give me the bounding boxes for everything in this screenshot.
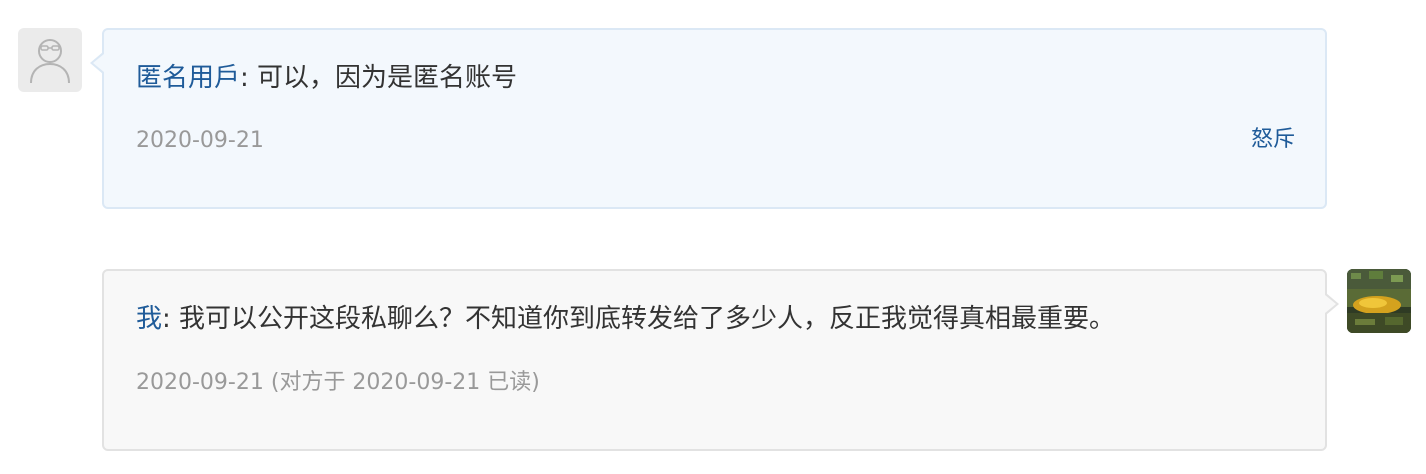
user-avatar[interactable] bbox=[1347, 269, 1411, 333]
sender-separator: : bbox=[240, 63, 249, 93]
message-line: 我: 我可以公开这段私聊么？不知道你到底转发给了多少人，反正我觉得真相最重要。 bbox=[136, 302, 1115, 336]
message-meta: 2020-09-21 (对方于 2020-09-21 已读) bbox=[136, 369, 540, 397]
anonymous-user-icon bbox=[30, 39, 70, 84]
anonymous-avatar[interactable] bbox=[18, 28, 82, 92]
rebuke-link[interactable]: 怒斥 bbox=[1251, 126, 1295, 154]
sender-separator: : bbox=[162, 304, 171, 334]
bubble-tail-fill bbox=[93, 54, 104, 72]
user-photo-avatar bbox=[1347, 269, 1411, 333]
bubble-tail-fill bbox=[1325, 295, 1336, 313]
message-thread: 匿名用戶: 可以，因为是匿名账号 2020-09-21 怒斥 我: 我可以公开这… bbox=[0, 0, 1426, 474]
sender-name-link[interactable]: 我 bbox=[136, 304, 162, 334]
message-text: 我可以公开这段私聊么？不知道你到底转发给了多少人，反正我觉得真相最重要。 bbox=[179, 304, 1116, 334]
outgoing-message: 我: 我可以公开这段私聊么？不知道你到底转发给了多少人，反正我觉得真相最重要。 … bbox=[102, 269, 1339, 451]
read-status: (对方于 2020-09-21 已读) bbox=[270, 370, 540, 395]
message-date: 2020-09-21 bbox=[136, 370, 264, 395]
message-date: 2020-09-21 bbox=[136, 128, 264, 153]
incoming-message: 匿名用戶: 可以，因为是匿名账号 2020-09-21 怒斥 bbox=[90, 28, 1327, 209]
sender-name-link[interactable]: 匿名用戶 bbox=[136, 63, 240, 93]
message-text: 可以，因为是匿名账号 bbox=[257, 63, 518, 93]
message-line: 匿名用戶: 可以，因为是匿名账号 bbox=[136, 61, 517, 95]
